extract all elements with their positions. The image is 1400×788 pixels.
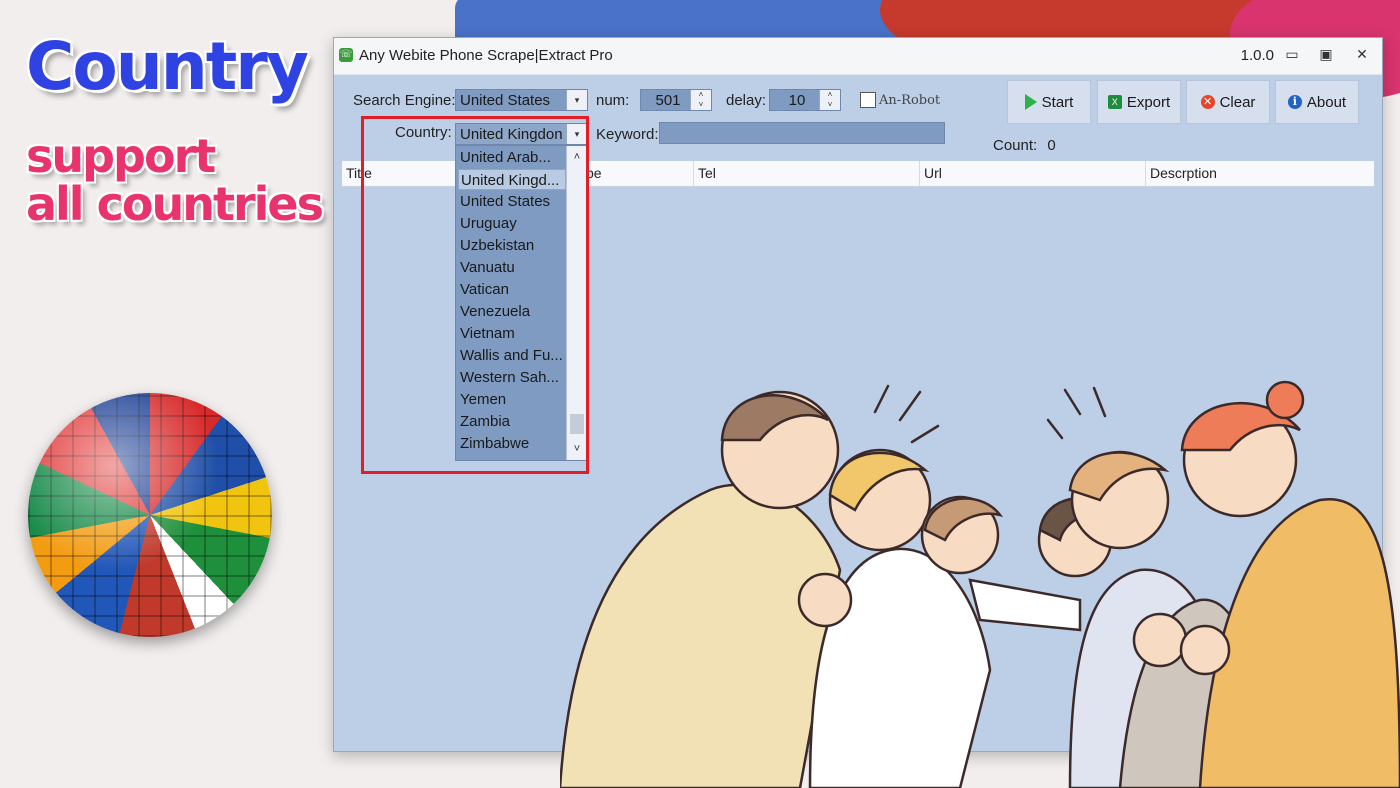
close-button[interactable]: ✕ [1352,46,1372,64]
start-button[interactable]: Start [1007,80,1091,124]
anti-robot-label: An-Robot [879,93,941,108]
clear-button[interactable]: ✕ Clear [1186,80,1270,124]
delay-stepper[interactable]: 10 ˄ ˅ [769,89,841,111]
search-engine-value: United States [460,92,551,109]
delay-label: delay: [726,92,767,109]
info-icon: i [1287,95,1302,109]
count-value: 0 [1047,137,1056,154]
about-label: About [1306,93,1347,111]
close-icon: ✕ [1356,46,1368,62]
flags-globe-image [28,393,272,637]
spin-up-icon[interactable]: ˄ [820,90,840,100]
keyword-label: Keyword: [596,126,659,143]
column-header-url[interactable]: Url [920,161,1146,186]
minimize-icon: ▭ [1285,46,1299,62]
version-label: 1.0.0 [1240,47,1274,64]
num-spinner[interactable]: ˄ ˅ [690,90,711,110]
clear-icon: ✕ [1200,95,1215,109]
column-header-description[interactable]: Descrption [1146,161,1374,186]
search-engine-select[interactable]: United States ▾ [455,89,588,111]
phone-app-icon: ☏ [339,48,353,62]
export-label: Export [1126,93,1171,111]
about-button[interactable]: i About [1275,80,1359,124]
num-label: num: [596,92,630,109]
spin-down-icon[interactable]: ˅ [820,100,840,110]
promo-title: Country [26,28,309,105]
clear-label: Clear [1219,93,1256,111]
maximize-icon: ▣ [1319,46,1333,62]
window-title: Any Webite Phone Scrape|Extract Pro [359,47,613,64]
anti-robot-checkbox[interactable] [860,92,876,108]
maximize-button[interactable]: ▣ [1316,46,1336,64]
chevron-down-icon[interactable]: ▾ [566,90,587,110]
excel-icon: X [1107,95,1122,109]
spin-down-icon[interactable]: ˅ [691,100,711,110]
minimize-button[interactable]: ▭ [1282,46,1302,64]
spin-up-icon[interactable]: ˄ [691,90,711,100]
column-header-tel[interactable]: Tel [694,161,920,186]
people-illustration [560,380,1400,788]
start-label: Start [1041,93,1074,111]
count-label: Count: 0 [993,137,1056,154]
export-button[interactable]: X Export [1097,80,1181,124]
promo-subtitle-line1: support [26,129,216,183]
promo-subtitle-line2: all countries [26,177,324,231]
column-header-type[interactable]: pe [582,161,694,186]
delay-value: 10 [788,92,806,109]
count-label-text: Count: [993,137,1038,154]
play-icon [1024,94,1037,110]
promo-subtitle: support all countries [26,129,324,231]
search-engine-label: Search Engine: [353,92,456,109]
title-bar: ☏ Any Webite Phone Scrape|Extract Pro 1.… [334,38,1382,75]
delay-spinner[interactable]: ˄ ˅ [819,90,840,110]
num-value: 501 [655,92,681,109]
keyword-input[interactable] [659,122,945,144]
highlight-frame [361,116,589,474]
num-stepper[interactable]: 501 ˄ ˅ [640,89,712,111]
